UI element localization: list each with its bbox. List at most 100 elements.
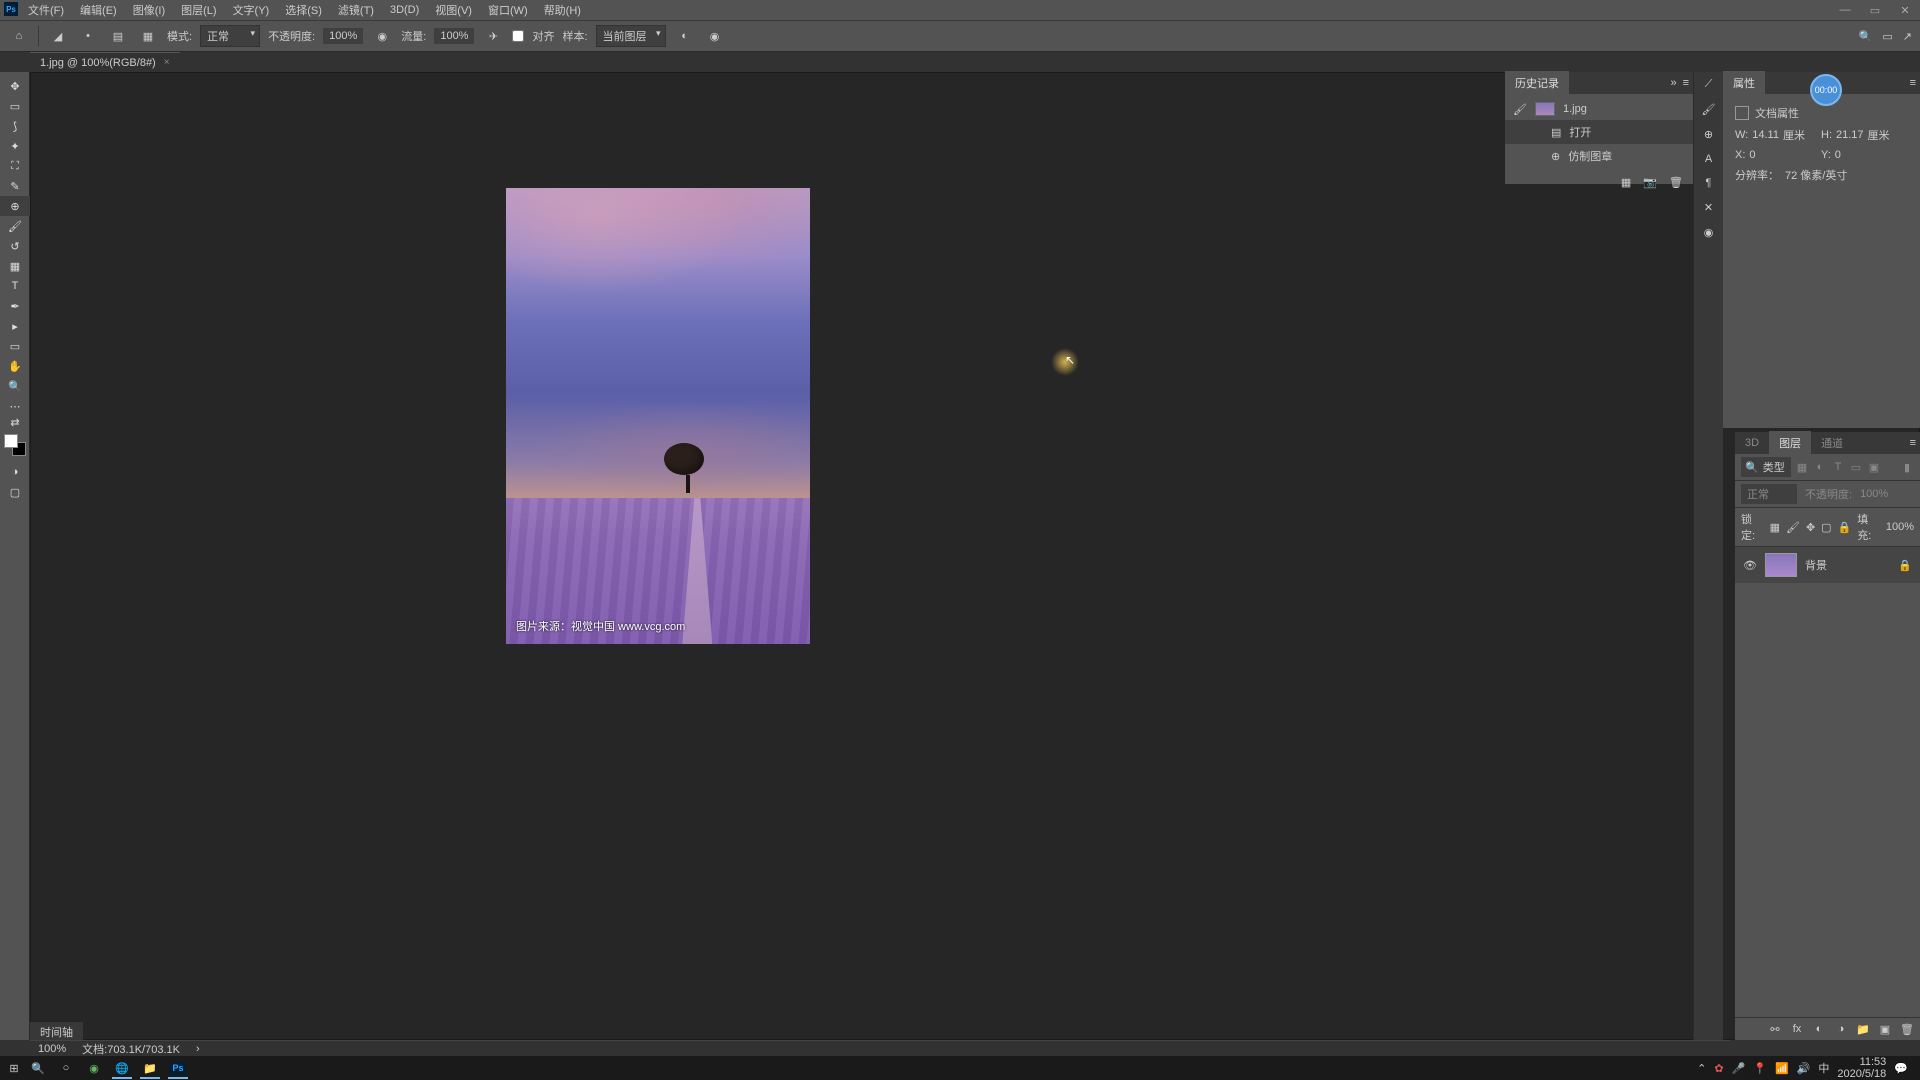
pressure-size-icon[interactable]: ◉ (704, 25, 726, 47)
home-icon[interactable]: ⌂ (8, 25, 30, 47)
filter-toggle-icon[interactable]: ▮ (1900, 460, 1914, 474)
maximize-button[interactable]: ▭ (1860, 0, 1890, 20)
character-icon[interactable]: A (1705, 153, 1712, 165)
move-tool[interactable]: ✥ (0, 76, 30, 96)
align-checkbox[interactable] (512, 30, 524, 42)
tray-mic-icon[interactable]: 🎤 (1732, 1062, 1746, 1075)
lock-all-icon[interactable]: 🔒 (1838, 521, 1852, 534)
document-tab[interactable]: 1.jpg @ 100%(RGB/8#) × (30, 52, 180, 72)
new-layer-icon[interactable]: ▣ (1878, 1022, 1892, 1036)
history-brush-tool[interactable]: ↺ (0, 236, 30, 256)
quick-mask-icon[interactable]: ◑ (0, 462, 30, 482)
panel-menu-icon[interactable]: ≡ (1683, 77, 1689, 89)
fill-value[interactable]: 100% (1886, 521, 1914, 533)
menu-view[interactable]: 视图(V) (427, 0, 480, 21)
cortana-icon[interactable]: ○ (52, 1057, 80, 1079)
minimize-button[interactable]: — (1830, 0, 1860, 20)
menu-edit[interactable]: 编辑(E) (72, 0, 125, 21)
brush-preset-icon[interactable]: • (77, 25, 99, 47)
tray-wifi-icon[interactable]: 📶 (1775, 1062, 1789, 1075)
tray-ime-icon[interactable]: 中 (1818, 1060, 1829, 1076)
width-value[interactable]: 14.11 (1752, 129, 1779, 141)
taskbar-clock[interactable]: 11:53 2020/5/18 (1837, 1056, 1886, 1080)
link-layers-icon[interactable]: ⚯ (1768, 1022, 1782, 1036)
search-icon[interactable]: 🔍 (1859, 30, 1873, 43)
brush-settings-icon[interactable]: ▤ (107, 25, 129, 47)
foreground-color[interactable] (4, 434, 18, 448)
adjustment-layer-icon[interactable]: ◑ (1834, 1022, 1848, 1036)
tray-overflow-icon[interactable]: ⌃ (1697, 1062, 1706, 1075)
menu-layer[interactable]: 图层(L) (173, 0, 224, 21)
snapshot-icon[interactable]: 📷 (1643, 176, 1657, 189)
clone-stamp-tool[interactable]: ⊕ (0, 196, 30, 216)
menu-type[interactable]: 文字(Y) (225, 0, 278, 21)
sample-dropdown[interactable]: 当前图层 (596, 25, 666, 47)
opacity-pressure-icon[interactable]: ◉ (371, 25, 393, 47)
flow-input[interactable]: 100% (434, 28, 474, 44)
workspace-icon[interactable]: ▭ (1882, 30, 1892, 43)
properties-tab[interactable]: 属性 (1723, 71, 1765, 95)
explorer-icon[interactable]: 📁 (136, 1057, 164, 1079)
create-document-icon[interactable]: ▦ (1621, 176, 1631, 189)
menu-window[interactable]: 窗口(W) (480, 0, 536, 21)
libraries-icon[interactable]: ◉ (1704, 226, 1714, 239)
menu-3d[interactable]: 3D(D) (382, 1, 427, 19)
x-value[interactable]: 0 (1749, 149, 1755, 161)
layer-style-icon[interactable]: fx (1790, 1022, 1804, 1036)
zoom-tool[interactable]: 🔍 (0, 376, 30, 396)
tray-location-icon[interactable]: 📍 (1753, 1062, 1767, 1075)
eyedropper-tool[interactable]: ✎ (0, 176, 30, 196)
collapse-icon[interactable]: » (1670, 77, 1676, 89)
layer-filter-type[interactable]: 🔍 类型 (1741, 457, 1791, 477)
brush-settings-icon[interactable]: ⟋ (1705, 78, 1713, 91)
edit-toolbar[interactable]: ⋯ (0, 396, 30, 416)
crop-tool[interactable]: ⛶ (0, 156, 30, 176)
paragraph-icon[interactable]: ¶ (1706, 177, 1712, 189)
brush-panel-icon[interactable]: ▦ (137, 25, 159, 47)
clone-source-icon[interactable]: ⊕ (1704, 128, 1713, 141)
blend-mode-dropdown[interactable]: 正常 (200, 25, 260, 47)
pen-tool[interactable]: ✒ (0, 296, 30, 316)
magic-wand-tool[interactable]: ✦ (0, 136, 30, 156)
filter-smart-icon[interactable]: ▣ (1867, 460, 1881, 474)
edge-icon[interactable]: ◉ (80, 1057, 108, 1079)
3d-tab[interactable]: 3D (1735, 433, 1769, 453)
history-tab[interactable]: 历史记录 (1505, 71, 1569, 95)
timeline-tab[interactable]: 时间轴 (30, 1022, 83, 1040)
delete-layer-icon[interactable]: 🗑 (1900, 1022, 1914, 1036)
lock-transparency-icon[interactable]: ▦ (1770, 521, 1780, 534)
layer-background[interactable]: 👁 背景 🔒 (1735, 547, 1920, 583)
filter-shape-icon[interactable]: ▭ (1849, 460, 1863, 474)
zoom-level[interactable]: 100% (38, 1043, 66, 1055)
menu-image[interactable]: 图像(I) (125, 0, 173, 21)
opacity-input[interactable]: 100% (323, 28, 363, 44)
layer-group-icon[interactable]: 📁 (1856, 1022, 1870, 1036)
gradient-tool[interactable]: ▦ (0, 256, 30, 276)
layer-blend-mode[interactable]: 正常 (1741, 484, 1797, 504)
brush-tool[interactable]: 🖌 (0, 216, 30, 236)
path-selection-tool[interactable]: ▸ (0, 316, 30, 336)
filter-image-icon[interactable]: ▦ (1795, 460, 1809, 474)
layer-mask-icon[interactable]: ◐ (1812, 1022, 1826, 1036)
height-value[interactable]: 21.17 (1836, 129, 1864, 141)
panel-menu-icon[interactable]: ≡ (1910, 77, 1916, 89)
y-value[interactable]: 0 (1835, 149, 1841, 161)
delete-icon[interactable]: 🗑 (1669, 176, 1683, 189)
modifier-icon[interactable]: ✕ (1704, 201, 1713, 214)
start-button[interactable]: ⊞ (4, 1058, 24, 1078)
doc-info[interactable]: 文档:703.1K/703.1K (82, 1041, 180, 1057)
filter-type-icon[interactable]: T (1831, 460, 1845, 474)
lock-image-icon[interactable]: 🖌 (1786, 521, 1800, 534)
lasso-tool[interactable]: ⟆ (0, 116, 30, 136)
airbrush-icon[interactable]: ✈ (482, 25, 504, 47)
status-arrow-icon[interactable]: › (196, 1043, 200, 1055)
tray-volume-icon[interactable]: 🔊 (1797, 1062, 1811, 1075)
layer-visibility-icon[interactable]: 👁 (1743, 559, 1757, 572)
panel-menu-icon[interactable]: ≡ (1910, 437, 1916, 449)
tab-close-icon[interactable]: × (164, 57, 170, 68)
menu-file[interactable]: 文件(F) (20, 0, 72, 21)
tray-settings-icon[interactable]: ✿ (1714, 1062, 1723, 1075)
marquee-tool[interactable]: ▭ (0, 96, 30, 116)
menu-filter[interactable]: 滤镜(T) (330, 0, 382, 21)
hand-tool[interactable]: ✋ (0, 356, 30, 376)
